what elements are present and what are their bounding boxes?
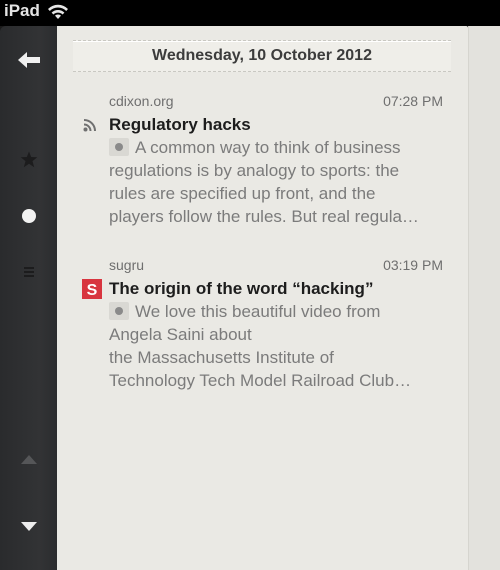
unread-dot-icon <box>109 302 129 320</box>
arrow-up-icon <box>20 452 38 470</box>
excerpt-line: the Massachusetts Institute of <box>109 348 334 367</box>
next-page-edge <box>468 26 500 570</box>
back-button[interactable] <box>0 42 57 82</box>
star-icon <box>20 151 38 173</box>
status-bar: iPad <box>0 0 500 26</box>
excerpt-line: Angela Saini about <box>109 325 252 344</box>
article-time: 07:28 PM <box>383 93 443 109</box>
excerpt-line: players follow the rules. But real regul… <box>109 207 419 226</box>
star-button[interactable] <box>0 142 57 182</box>
arrow-down-icon <box>20 519 38 537</box>
mark-unread-button[interactable] <box>0 198 57 238</box>
sidebar-toolbar <box>0 26 58 570</box>
article-title[interactable]: Regulatory hacks <box>109 115 251 135</box>
article-list-panel: Wednesday, 10 October 2012 cdixon.org 07… <box>57 26 468 570</box>
arrow-left-icon <box>17 51 41 74</box>
article-source: cdixon.org <box>109 93 174 109</box>
article-excerpt: A common way to think of business regula… <box>109 136 449 228</box>
list-icon <box>23 265 35 284</box>
article-item[interactable]: cdixon.org 07:28 PM Regulatory hacks A c… <box>57 86 468 236</box>
article-time: 03:19 PM <box>383 257 443 273</box>
list-button[interactable] <box>0 254 57 294</box>
device-name: iPad <box>4 1 40 20</box>
excerpt-line: rules are specified up front, and the <box>109 184 376 203</box>
article-title[interactable]: The origin of the word “hacking” <box>109 279 373 299</box>
excerpt-line: regulations is by analogy to sports: the <box>109 161 400 180</box>
wifi-icon <box>47 4 69 20</box>
previous-item-button[interactable] <box>0 441 57 481</box>
reader-app: Wednesday, 10 October 2012 cdixon.org 07… <box>0 26 500 570</box>
article-item[interactable]: sugru 03:19 PM S The origin of the word … <box>57 250 468 400</box>
rss-icon <box>83 118 97 137</box>
date-section-header: Wednesday, 10 October 2012 <box>73 40 451 72</box>
excerpt-line: We love this beautiful video from <box>135 302 381 321</box>
next-item-button[interactable] <box>0 508 57 548</box>
svg-text:S: S <box>87 282 98 299</box>
unread-dot-icon <box>109 138 129 156</box>
sugru-logo-icon: S <box>82 279 102 304</box>
article-source: sugru <box>109 257 145 273</box>
excerpt-line: A common way to think of business <box>135 138 401 157</box>
circle-icon <box>21 208 37 229</box>
excerpt-line: Technology Tech Model Railroad Club… <box>109 371 412 390</box>
article-excerpt: We love this beautiful video from Angela… <box>109 300 449 392</box>
